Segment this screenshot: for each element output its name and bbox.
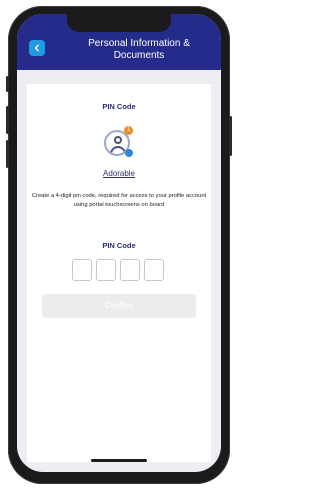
profile-name-link[interactable]: Adorable (27, 169, 211, 178)
pin-digit-3[interactable] (120, 259, 140, 281)
volume-down-button (6, 140, 9, 168)
page-title: Personal Information & Documents (88, 38, 190, 61)
pin-code-label: PIN Code (102, 241, 136, 250)
volume-up-button (6, 106, 9, 134)
power-button (229, 116, 232, 156)
pin-input-group (72, 259, 166, 283)
confirm-button[interactable]: Confirm (42, 294, 196, 318)
profile-avatar[interactable]: 1 (104, 126, 134, 160)
chevron-left-icon (33, 39, 41, 57)
pin-digit-2[interactable] (96, 259, 116, 281)
phone-screen: Personal Information & Documents PIN Cod… (17, 14, 221, 472)
pin-setup-card: PIN Code 1 Adorable Create a 4-digit pin… (27, 84, 211, 462)
notification-badge: 1 (124, 126, 133, 135)
app-header: Personal Information & Documents (17, 14, 221, 70)
pin-digit-4[interactable] (144, 259, 164, 281)
instructions-text: Create a 4-digit pin code, required for … (31, 193, 207, 208)
back-button[interactable] (29, 40, 45, 56)
section-title: PIN Code (102, 102, 136, 111)
pin-digit-1[interactable] (72, 259, 92, 281)
status-dot-icon (125, 149, 133, 157)
phone-notch (67, 14, 171, 32)
home-indicator[interactable] (91, 459, 147, 462)
silent-switch (6, 76, 9, 92)
